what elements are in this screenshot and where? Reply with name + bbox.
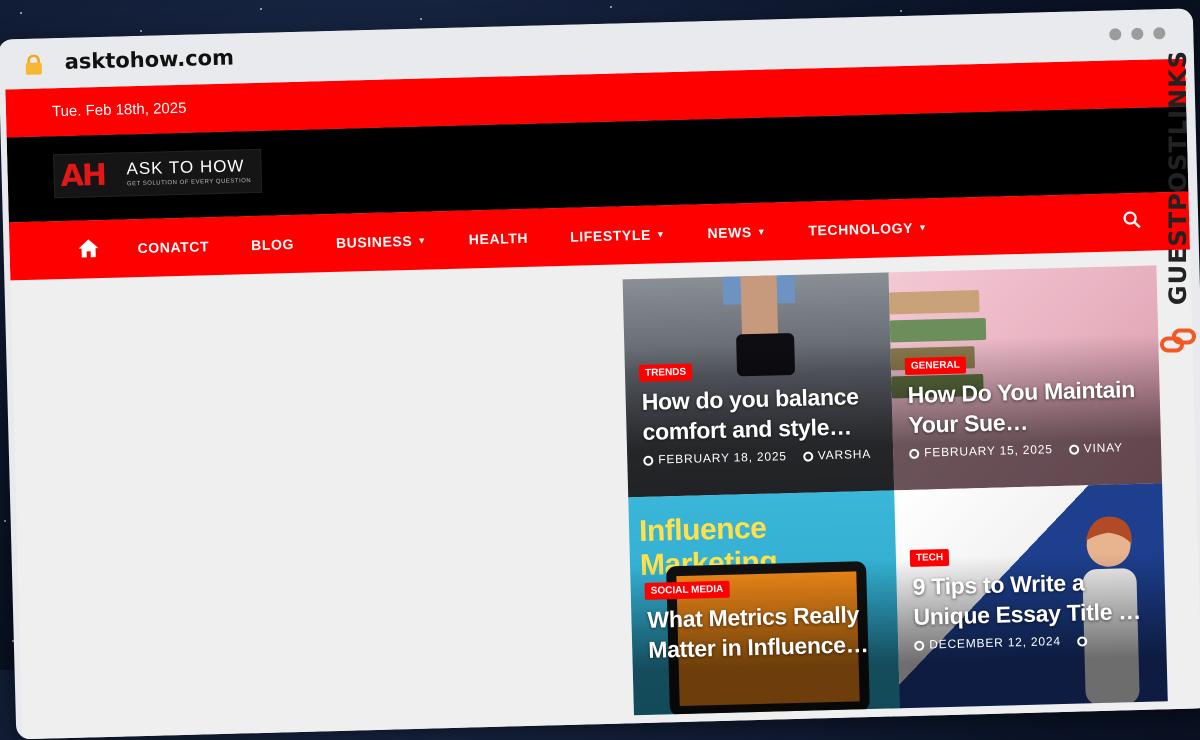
- clock-icon: [914, 640, 925, 651]
- featured-posts-grid: TRENDS How do you balance comfort and st…: [622, 265, 1174, 719]
- post-author-wrap: VARSHA: [802, 447, 872, 463]
- user-icon: [1068, 444, 1079, 455]
- post-title[interactable]: 9 Tips to Write a Unique Essay Title …: [912, 566, 1155, 632]
- post-card[interactable]: TRENDS How do you balance comfort and st…: [622, 272, 897, 498]
- caret-down-icon: ▼: [417, 235, 427, 246]
- post-author[interactable]: VARSHA: [818, 447, 872, 462]
- nav-item-contact[interactable]: CONATCT: [137, 238, 209, 256]
- watermark-label: GUESTPOSTLINKS: [1164, 50, 1192, 306]
- logo-tagline: GET SOLUTION OF EVERY QUESTION: [126, 178, 252, 188]
- nav-item-business[interactable]: BUSINESS ▼: [336, 233, 427, 251]
- category-badge[interactable]: SOCIAL MEDIA: [644, 580, 730, 600]
- nav-item-blog[interactable]: BLOG: [251, 236, 294, 253]
- post-title[interactable]: What Metrics Really Matter in Influence…: [647, 599, 890, 665]
- logo-name: ASK TO HOW: [126, 156, 245, 179]
- nav-label: TECHNOLOGY: [808, 219, 914, 239]
- logo-mark: AH: [60, 157, 106, 195]
- caret-down-icon: ▼: [917, 222, 928, 233]
- nav-item-health[interactable]: HEALTH: [469, 230, 529, 248]
- post-card[interactable]: GENERAL How Do You Maintain Your Sue… FE…: [888, 265, 1163, 491]
- nav-item-technology[interactable]: TECHNOLOGY ▼: [808, 219, 928, 239]
- nav-label: BLOG: [250, 235, 295, 254]
- browser-window: asktohow.com Tue. Feb 18th, 2025 AH ASK …: [0, 8, 1200, 740]
- site-logo[interactable]: AH ASK TO HOW GET SOLUTION OF EVERY QUES…: [53, 148, 263, 199]
- watermark-text: GUESTPOSTLINKS: [1160, 50, 1196, 358]
- nav-item-news[interactable]: NEWS ▼: [707, 223, 767, 242]
- clock-icon: [643, 455, 654, 466]
- category-badge[interactable]: TRENDS: [638, 363, 693, 382]
- current-date: Tue. Feb 18th, 2025: [51, 99, 187, 121]
- post-title[interactable]: How do you balance comfort and style…: [641, 381, 884, 447]
- photo-detail: [740, 275, 779, 337]
- lock-icon: [25, 54, 42, 75]
- post-card[interactable]: Influence Marketing SOCIAL MEDIA What Me…: [628, 490, 902, 716]
- caret-down-icon: ▼: [655, 229, 666, 240]
- user-icon: [802, 451, 813, 462]
- window-dot[interactable]: [1109, 28, 1122, 41]
- category-badge[interactable]: TECH: [909, 548, 950, 567]
- window-dot[interactable]: [1153, 27, 1166, 40]
- window-dot[interactable]: [1131, 27, 1144, 40]
- nav-label: HEALTH: [468, 229, 529, 248]
- website-viewport: Tue. Feb 18th, 2025 AH ASK TO HOW GET SO…: [5, 58, 1200, 740]
- post-author-wrap: [1076, 633, 1092, 647]
- nav-label: NEWS: [707, 223, 753, 242]
- url-text[interactable]: asktohow.com: [64, 45, 234, 73]
- post-author-wrap: VINAY: [1068, 440, 1123, 455]
- nav-label: BUSINESS: [335, 232, 413, 251]
- nav-label: CONATCT: [137, 238, 210, 257]
- caret-down-icon: ▼: [756, 226, 767, 237]
- post-card[interactable]: TECH 9 Tips to Write a Unique Essay Titl…: [894, 483, 1168, 709]
- post-title[interactable]: How Do You Maintain Your Sue…: [907, 374, 1150, 440]
- post-author[interactable]: VINAY: [1084, 440, 1123, 455]
- window-controls: [1109, 27, 1166, 41]
- user-icon: [1076, 636, 1087, 647]
- clock-icon: [909, 448, 920, 459]
- nav-label: LIFESTYLE: [569, 226, 652, 245]
- search-icon[interactable]: [1123, 211, 1141, 229]
- home-icon[interactable]: [77, 238, 100, 259]
- chain-link-icon: [1160, 328, 1196, 353]
- guestpostlinks-watermark: GUESTPOSTLINKS: [1156, 50, 1200, 370]
- category-badge[interactable]: GENERAL: [904, 356, 967, 376]
- nav-item-lifestyle[interactable]: LIFESTYLE ▼: [569, 226, 666, 245]
